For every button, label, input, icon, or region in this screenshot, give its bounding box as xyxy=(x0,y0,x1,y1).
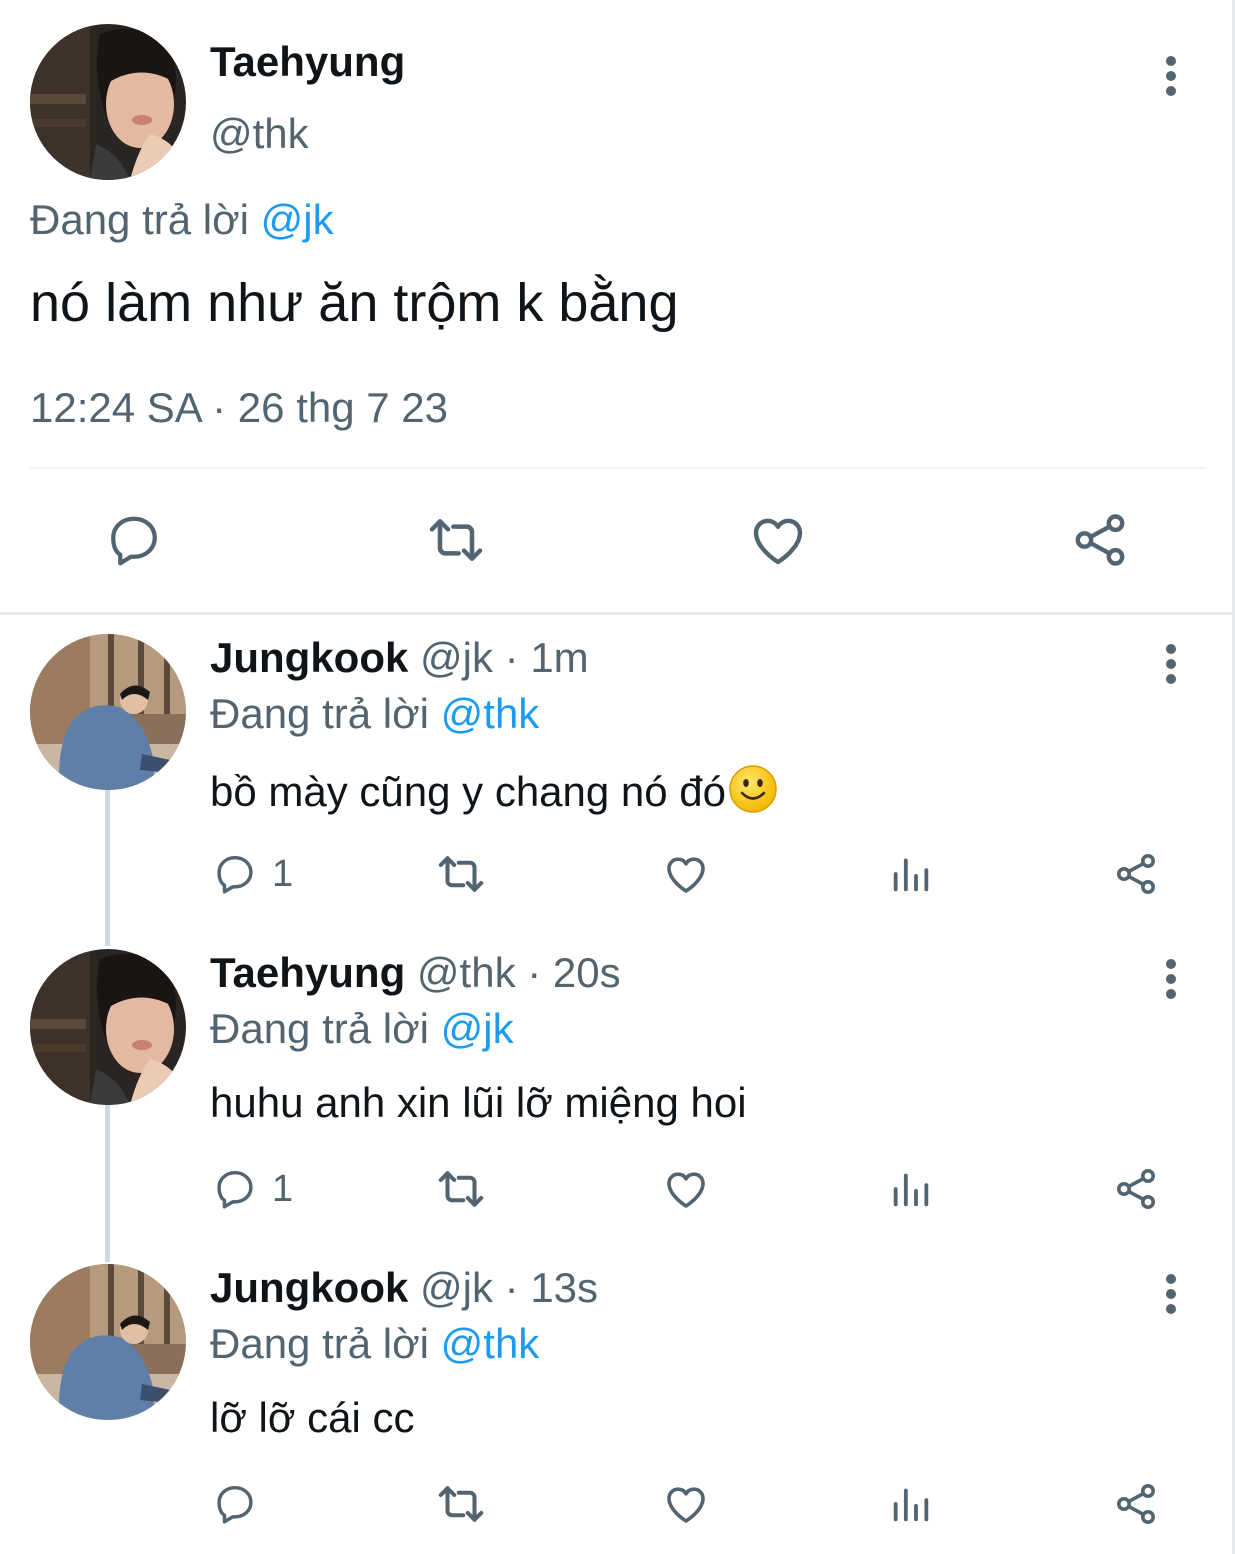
more-options-icon[interactable] xyxy=(1158,54,1184,98)
author-name[interactable]: Jungkook xyxy=(210,634,408,681)
reply-text: huhu anh xin lũi lỡ miệng hoi xyxy=(210,1079,747,1126)
like-button[interactable] xyxy=(662,1159,710,1219)
like-icon xyxy=(753,518,803,565)
share-button[interactable] xyxy=(1068,508,1132,572)
reply-text-content: bồ mày cũng y chang nó đó xyxy=(210,768,727,815)
retweet-button[interactable] xyxy=(434,1159,488,1219)
analytics-icon xyxy=(893,858,929,892)
views-button[interactable] xyxy=(888,1474,934,1534)
mention-link[interactable]: @jk xyxy=(441,1005,514,1052)
reply-icon xyxy=(217,855,253,894)
author-name[interactable]: Taehyung xyxy=(210,38,405,86)
tweet-text: nó làm như ăn trộm k bằng xyxy=(30,273,679,333)
share-button[interactable] xyxy=(1112,844,1160,904)
reply-button[interactable] xyxy=(102,508,166,572)
avatar-jungkook[interactable] xyxy=(30,634,186,790)
replying-prefix: Đang trả lời xyxy=(210,1005,429,1052)
views-button[interactable] xyxy=(888,1159,934,1219)
reply-header: Taehyung @thk · 20s xyxy=(210,949,621,997)
reply-count: 1 xyxy=(272,852,294,895)
like-icon xyxy=(667,1172,705,1208)
author-name[interactable]: Jungkook xyxy=(210,1264,408,1311)
reply-actions: 1 xyxy=(0,1159,1232,1219)
share-icon xyxy=(1117,1484,1155,1524)
reply-icon xyxy=(111,516,157,566)
share-icon xyxy=(1117,1169,1155,1209)
retweet-icon xyxy=(438,856,484,892)
share-icon xyxy=(1075,514,1125,566)
avatar-taehyung[interactable] xyxy=(30,24,186,180)
reply-count: 1 xyxy=(272,1167,294,1210)
share-button[interactable] xyxy=(1112,1159,1160,1219)
replying-prefix: Đang trả lời xyxy=(30,196,249,243)
mention-link[interactable]: @thk xyxy=(441,1320,540,1367)
analytics-icon xyxy=(893,1173,929,1207)
retweet-icon xyxy=(429,519,483,561)
retweet-button[interactable] xyxy=(434,1474,488,1534)
avatar-taehyung[interactable] xyxy=(30,949,186,1105)
smiley-emoji-icon xyxy=(728,764,778,824)
reply-actions xyxy=(0,1474,1232,1534)
like-button[interactable] xyxy=(662,844,710,904)
section-divider xyxy=(0,612,1232,615)
like-button[interactable] xyxy=(746,508,810,572)
replying-prefix: Đang trả lời xyxy=(210,1320,429,1367)
reply-button[interactable]: 1 xyxy=(212,1159,293,1219)
more-options-icon[interactable] xyxy=(1158,957,1184,1001)
reply-header: Jungkook @jk · 1m xyxy=(210,634,589,682)
more-options-icon[interactable] xyxy=(1158,1272,1184,1316)
replying-to: Đang trả lời @thk xyxy=(210,690,539,738)
share-icon xyxy=(1117,854,1155,894)
replying-prefix: Đang trả lời xyxy=(210,690,429,737)
author-meta[interactable]: @jk · 1m xyxy=(420,634,589,681)
mention-link[interactable]: @jk xyxy=(261,196,334,243)
author-handle[interactable]: @thk xyxy=(210,110,309,158)
like-icon xyxy=(667,857,705,893)
retweet-button[interactable] xyxy=(424,508,488,572)
tweet-timestamp[interactable]: 12:24 SA · 26 thg 7 23 xyxy=(30,384,448,432)
like-icon xyxy=(667,1487,705,1523)
author-name[interactable]: Taehyung xyxy=(210,949,405,996)
views-button[interactable] xyxy=(888,844,934,904)
retweet-button[interactable] xyxy=(434,844,488,904)
reply-icon xyxy=(217,1170,253,1209)
reply-button[interactable] xyxy=(212,1474,272,1534)
replying-to: Đang trả lời @thk xyxy=(210,1320,539,1368)
avatar-jungkook[interactable] xyxy=(30,1264,186,1420)
reply-button[interactable]: 1 xyxy=(212,844,293,904)
reply-icon xyxy=(217,1485,253,1524)
retweet-icon xyxy=(438,1171,484,1207)
share-button[interactable] xyxy=(1112,1474,1160,1534)
reply-actions: 1 xyxy=(0,844,1232,904)
reply-header: Jungkook @jk · 13s xyxy=(210,1264,598,1312)
author-meta[interactable]: @jk · 13s xyxy=(420,1264,598,1311)
tweet-detail-page: Taehyung @thk Đang trả lời @jk nó làm nh… xyxy=(0,0,1235,1554)
analytics-icon xyxy=(893,1488,929,1522)
like-button[interactable] xyxy=(662,1474,710,1534)
mention-link[interactable]: @thk xyxy=(441,690,540,737)
replying-to: Đang trả lời @jk xyxy=(210,1005,514,1053)
retweet-icon xyxy=(438,1486,484,1522)
author-meta[interactable]: @thk · 20s xyxy=(417,949,621,996)
divider xyxy=(30,467,1205,469)
reply-text: bồ mày cũng y chang nó đó xyxy=(210,764,778,824)
replying-to: Đang trả lời @jk xyxy=(30,196,334,244)
reply-text: lỡ lỡ cái cc xyxy=(210,1394,415,1441)
more-options-icon[interactable] xyxy=(1158,642,1184,686)
